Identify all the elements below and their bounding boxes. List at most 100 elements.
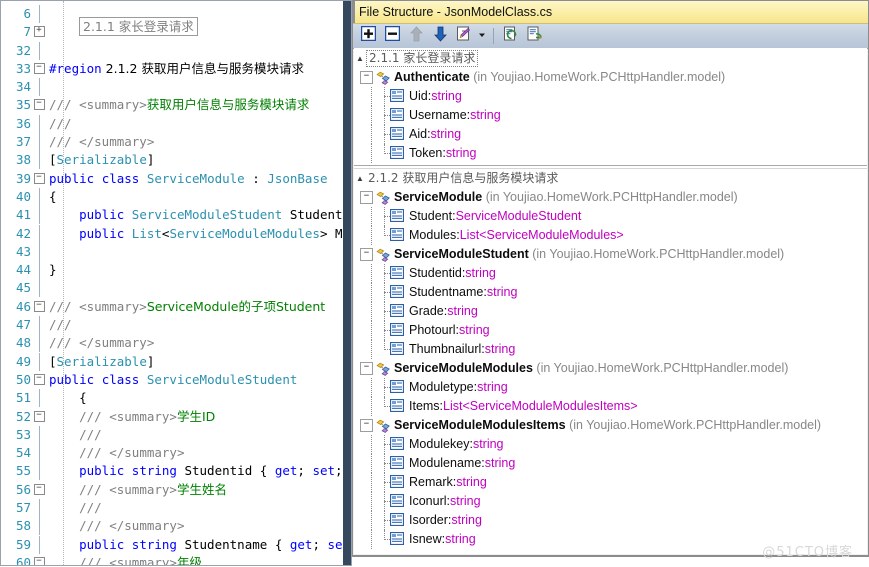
tree-member-row[interactable]: Aid:string [354, 125, 867, 144]
fold-margin[interactable] [31, 316, 47, 335]
fold-margin[interactable] [31, 535, 47, 554]
fold-margin[interactable] [31, 206, 47, 225]
expand-fold-icon[interactable]: + [33, 26, 45, 38]
code-line[interactable]: 53 /// [1, 425, 351, 444]
tree-member-row[interactable]: Remark:string [354, 473, 867, 492]
collapse-fold-icon[interactable]: − [33, 300, 45, 312]
collapse-node-icon[interactable]: − [360, 248, 373, 262]
collapsed-region-tooltip[interactable]: 2.1.1 家长登录请求 [79, 17, 198, 36]
fold-margin[interactable] [31, 462, 47, 481]
tree-class-row[interactable]: − ServiceModuleModules (in Youjiao.HomeW… [354, 359, 867, 378]
code-line[interactable]: 49 [Serializable] [1, 352, 351, 371]
code-line[interactable]: 47 /// [1, 316, 351, 335]
code-line[interactable]: 37 /// </summary> [1, 133, 351, 152]
code-line[interactable]: 35−/// <summary>获取用户信息与服务模块请求 [1, 96, 351, 114]
code-editor-pane[interactable]: 6 7 +32 33− #region 2.1.2 获取用户信息与服务模块请求 34 35−… [0, 0, 352, 566]
code-line[interactable]: 32 [1, 41, 351, 60]
code-line[interactable]: 55 public string Studentid { get; set; [1, 462, 351, 481]
fold-margin[interactable] [31, 187, 47, 206]
tree-class-row[interactable]: − ServiceModuleStudent (in Youjiao.HomeW… [354, 245, 867, 264]
code-line[interactable]: 52− /// <summary>学生ID [1, 408, 351, 426]
tree-member-row[interactable]: Items:List<ServiceModuleModulesItems> [354, 397, 867, 416]
code-line[interactable]: 46−/// <summary>ServiceModule的子项Student [1, 298, 351, 316]
code-line[interactable]: 45 [1, 279, 351, 298]
collapse-fold-icon[interactable]: − [33, 172, 45, 184]
fold-margin[interactable] [31, 352, 47, 371]
tree-member-row[interactable]: Iconurl:string [354, 492, 867, 511]
code-line[interactable]: 44} [1, 261, 351, 280]
fold-margin[interactable]: − [31, 371, 47, 389]
fold-margin[interactable] [31, 5, 47, 23]
fold-margin[interactable] [31, 389, 47, 408]
tree-member-row[interactable]: Modulename:string [354, 454, 867, 473]
collapse-fold-icon[interactable]: − [33, 373, 45, 385]
sync-with-editor-button[interactable] [500, 26, 522, 46]
tree-group-header[interactable]: ▲ 2.1.2 获取用户信息与服务模块请求 [354, 169, 867, 188]
fold-margin[interactable]: + [31, 23, 47, 41]
show-members-button[interactable] [524, 26, 546, 46]
fold-margin[interactable] [31, 242, 47, 261]
move-down-button[interactable] [429, 26, 451, 46]
tree-member-row[interactable]: Grade:string [354, 302, 867, 321]
collapse-all-button[interactable] [381, 25, 403, 46]
fold-margin[interactable] [31, 499, 47, 518]
fold-margin[interactable]: − [31, 60, 47, 78]
code-line[interactable]: 60− /// <summary>年级 [1, 554, 351, 565]
code-line[interactable]: 34 [1, 78, 351, 97]
tree-member-row[interactable]: Isorder:string [354, 511, 867, 530]
tree-class-row[interactable]: − ServiceModuleModulesItems (in Youjiao.… [354, 416, 867, 435]
tree-member-row[interactable]: Studentname:string [354, 283, 867, 302]
code-line[interactable]: 57 /// [1, 499, 351, 518]
code-line[interactable]: 58 /// </summary> [1, 517, 351, 536]
triangle-collapse-icon[interactable]: ▲ [354, 169, 366, 188]
tree-class-row[interactable]: − ServiceModule (in Youjiao.HomeWork.PCH… [354, 188, 867, 207]
tree-member-row[interactable]: Isnew:string [354, 530, 867, 549]
tree-class-row[interactable]: − Authenticate (in Youjiao.HomeWork.PCHt… [354, 68, 867, 87]
file-structure-tree-body[interactable]: ▲ 2.1.1 家长登录请求 − Authenticate (in Youjiao.… [354, 48, 867, 554]
fold-margin[interactable] [31, 41, 47, 60]
tree-member-row[interactable]: Studentid:string [354, 264, 867, 283]
collapse-fold-icon[interactable]: − [33, 99, 45, 111]
fold-margin[interactable]: − [31, 96, 47, 114]
fold-margin[interactable]: − [31, 554, 47, 565]
tree-member-row[interactable]: Modulekey:string [354, 435, 867, 454]
code-line[interactable]: 43 [1, 242, 351, 261]
code-line[interactable]: 48 /// </summary> [1, 334, 351, 353]
code-editor-surface[interactable]: 6 7 +32 33− #region 2.1.2 获取用户信息与服务模块请求 34 35−… [1, 1, 351, 565]
tree-member-row[interactable]: Thumbnailurl:string [354, 340, 867, 359]
code-line[interactable]: 38 [Serializable] [1, 151, 351, 170]
fold-margin[interactable] [31, 517, 47, 536]
tree-member-row[interactable]: Student:ServiceModuleStudent [354, 207, 867, 226]
code-line[interactable]: 59 public string Studentname { get; set [1, 535, 351, 554]
code-line[interactable]: 50− public class ServiceModuleStudent [1, 371, 351, 389]
collapse-fold-icon[interactable]: − [33, 62, 45, 74]
triangle-collapse-icon[interactable]: ▲ [354, 49, 366, 68]
fold-margin[interactable]: − [31, 408, 47, 426]
collapse-fold-icon[interactable]: − [33, 556, 45, 565]
fold-margin[interactable] [31, 133, 47, 152]
code-line[interactable]: 36 /// [1, 114, 351, 133]
code-line[interactable]: 54 /// </summary> [1, 444, 351, 463]
code-line[interactable]: 41 public ServiceModuleStudent Student [1, 206, 351, 225]
tree-member-row[interactable]: Uid:string [354, 87, 867, 106]
fold-margin[interactable] [31, 279, 47, 298]
tree-member-row[interactable]: Username:string [354, 106, 867, 125]
code-line[interactable]: 51 { [1, 389, 351, 408]
tree-member-row[interactable]: Photourl:string [354, 321, 867, 340]
tree-group-header[interactable]: ▲ 2.1.1 家长登录请求 [354, 49, 867, 68]
fold-margin[interactable] [31, 425, 47, 444]
collapse-node-icon[interactable]: − [360, 362, 373, 376]
code-line[interactable]: 39− public class ServiceModule : JsonBase [1, 170, 351, 188]
fold-margin[interactable] [31, 78, 47, 97]
collapse-fold-icon[interactable]: − [33, 483, 45, 495]
file-structure-tree[interactable]: ▲ 2.1.1 家长登录请求 − Authenticate (in Youjiao.… [354, 49, 867, 554]
expand-all-button[interactable] [357, 25, 379, 46]
tree-member-row[interactable]: Modules:List<ServiceModuleModules> [354, 226, 867, 245]
collapse-fold-icon[interactable]: − [33, 410, 45, 422]
fold-margin[interactable] [31, 334, 47, 353]
code-line[interactable]: 40 { [1, 187, 351, 206]
collapse-node-icon[interactable]: − [360, 191, 373, 205]
fold-margin[interactable]: − [31, 298, 47, 316]
fold-margin[interactable] [31, 224, 47, 243]
export-button[interactable] [453, 26, 475, 46]
